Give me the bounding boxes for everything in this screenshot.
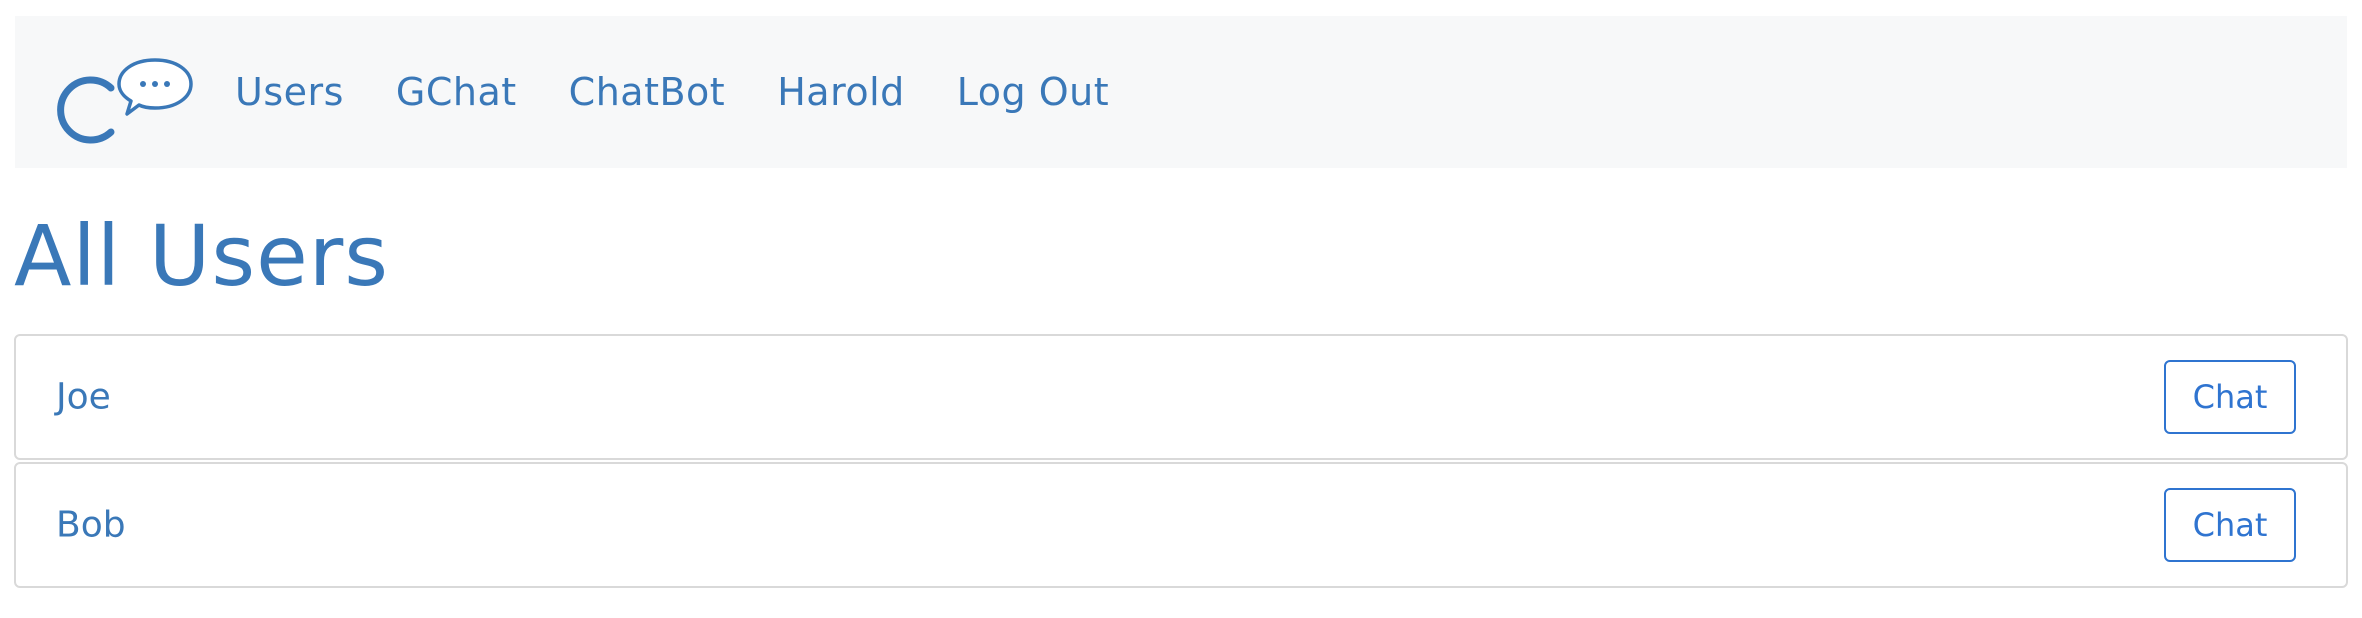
nav-link-logout[interactable]: Log Out xyxy=(957,70,1109,114)
nav-links: Users GChat ChatBot Harold Log Out xyxy=(235,16,1161,168)
nav-link-users[interactable]: Users xyxy=(235,70,344,114)
navbar: Users GChat ChatBot Harold Log Out xyxy=(15,16,2347,168)
nav-link-harold[interactable]: Harold xyxy=(777,70,905,114)
chat-button[interactable]: Chat xyxy=(2164,360,2296,434)
list-item: Bob Chat xyxy=(14,462,2348,588)
page-title: All Users xyxy=(14,207,390,305)
chat-logo-icon[interactable] xyxy=(53,54,193,158)
nav-link-gchat[interactable]: GChat xyxy=(396,70,517,114)
nav-link-chatbot[interactable]: ChatBot xyxy=(569,70,726,114)
user-name: Bob xyxy=(56,504,126,546)
user-name: Joe xyxy=(56,376,111,418)
user-list: Joe Chat Bob Chat xyxy=(14,334,2348,590)
chat-button[interactable]: Chat xyxy=(2164,488,2296,562)
page: Users GChat ChatBot Harold Log Out All U… xyxy=(0,0,2362,618)
list-item: Joe Chat xyxy=(14,334,2348,460)
